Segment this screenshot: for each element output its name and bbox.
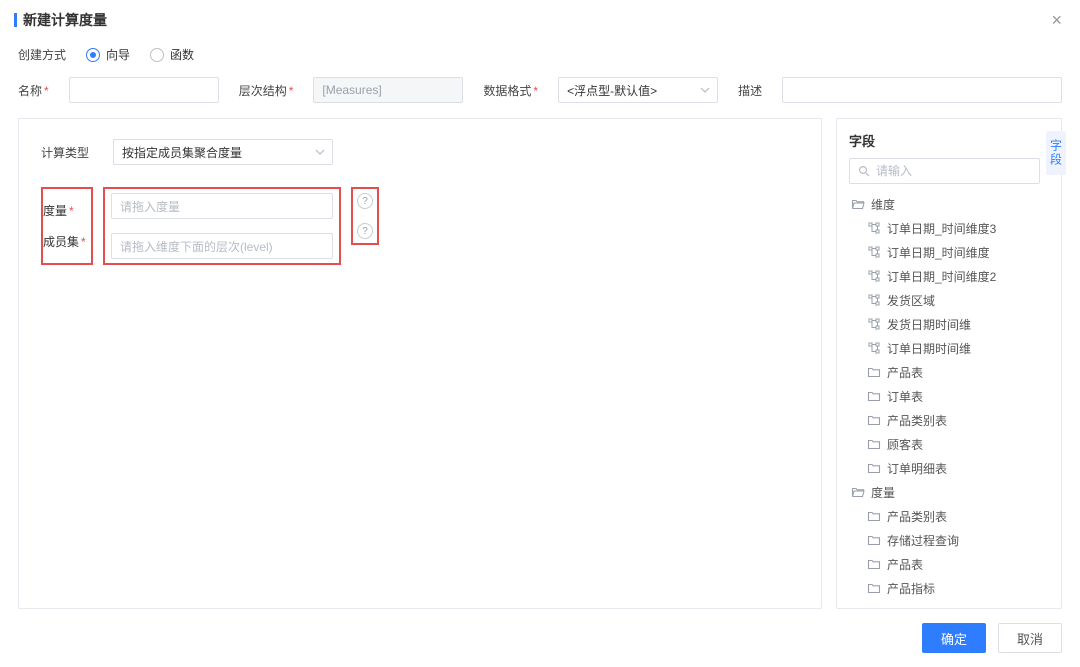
folder-icon [867, 461, 881, 475]
folder-icon [867, 389, 881, 403]
calc-type-label: 计算类型 [41, 144, 95, 161]
config-panel: 计算类型 度量* 成员集* [18, 118, 822, 609]
tree-item-label: 产品表 [887, 556, 923, 573]
dataformat-value[interactable] [558, 77, 718, 103]
folder-open-icon [851, 485, 865, 499]
tree-item[interactable]: 度量 [849, 480, 1040, 504]
desc-input[interactable] [782, 77, 1062, 103]
folder-icon [867, 509, 881, 523]
tree-item-label: 顾客表 [887, 436, 923, 453]
memberset-drop[interactable]: 请拖入维度下面的层次(level) [111, 233, 333, 259]
hier-icon [867, 317, 881, 331]
tree-item[interactable]: 维度 [849, 192, 1040, 216]
fields-search[interactable] [849, 158, 1040, 184]
fields-tab[interactable]: 字段 [1046, 131, 1066, 175]
tree-item-label: 存储过程查询 [887, 532, 959, 549]
memberset-placeholder: 请拖入维度下面的层次(level) [120, 238, 273, 255]
fields-title: 字段 [849, 131, 1040, 150]
dialog-title-text: 新建计算度量 [23, 10, 107, 30]
dataformat-label: 数据格式* [483, 82, 538, 99]
radio-wizard[interactable]: 向导 [86, 46, 130, 63]
tree-item[interactable]: 存储过程查询 [849, 528, 1040, 552]
tree-item-label: 产品类别表 [887, 412, 947, 429]
tree-item[interactable]: 产品类别表 [849, 504, 1040, 528]
highlight-help: ? ? [351, 187, 379, 245]
radio-function[interactable]: 函数 [150, 46, 194, 63]
tree-item-label: 产品表 [887, 364, 923, 381]
radio-wizard-label: 向导 [106, 46, 130, 63]
highlight-inputs: 请拖入度量 请拖入维度下面的层次(level) [103, 187, 341, 265]
tree-item[interactable]: 产品表 [849, 552, 1040, 576]
tree-item[interactable]: 产品表 [849, 360, 1040, 384]
folder-icon [867, 437, 881, 451]
folder-icon [867, 581, 881, 595]
desc-label: 描述 [738, 82, 762, 99]
tree-item-label: 订单日期时间维 [887, 340, 971, 357]
radio-function-label: 函数 [170, 46, 194, 63]
radio-dot-icon [86, 48, 100, 62]
tree-item[interactable]: 顾客表 [849, 432, 1040, 456]
hier-icon [867, 341, 881, 355]
tree-item[interactable]: 产品类别表 [849, 408, 1040, 432]
hier-icon [867, 245, 881, 259]
tree-item-label: 度量 [871, 484, 895, 501]
tree-item-label: 订单表 [887, 388, 923, 405]
tree-item[interactable]: 订单日期_时间维度3 [849, 216, 1040, 240]
folder-icon [867, 557, 881, 571]
tree-item[interactable]: 发货区域 [849, 288, 1040, 312]
tree-item[interactable]: 订单明细表 [849, 456, 1040, 480]
tree-item[interactable]: 产品指标 [849, 576, 1040, 600]
measure-drop[interactable]: 请拖入度量 [111, 193, 333, 219]
tree-item-label: 发货区域 [887, 292, 935, 309]
hierarchy-input [313, 77, 463, 103]
tree-item[interactable]: 订单日期_时间维度 [849, 240, 1040, 264]
hier-icon [867, 269, 881, 283]
folder-icon [867, 413, 881, 427]
hier-icon [867, 293, 881, 307]
hier-icon [867, 221, 881, 235]
calc-type-select[interactable] [113, 139, 333, 165]
tree-item[interactable]: 订单日期_时间维度2 [849, 264, 1040, 288]
help-icon[interactable]: ? [357, 223, 373, 239]
measure-placeholder: 请拖入度量 [120, 198, 180, 215]
search-icon [858, 165, 870, 177]
ok-button[interactable]: 确定 [922, 623, 986, 653]
tree-item-label: 产品类别表 [887, 508, 947, 525]
help-icon[interactable]: ? [357, 193, 373, 209]
close-icon[interactable]: × [1051, 11, 1062, 29]
folder-icon [867, 533, 881, 547]
tree-item-label: 订单日期_时间维度2 [887, 268, 996, 285]
folder-open-icon [851, 197, 865, 211]
name-label: 名称* [18, 82, 49, 99]
tree-item-label: 产品指标 [887, 580, 935, 597]
measure-label: 度量* [43, 198, 91, 224]
tree-item-label: 订单明细表 [887, 460, 947, 477]
tree-item-label: 维度 [871, 196, 895, 213]
tree-item-label: 订单日期_时间维度3 [887, 220, 996, 237]
radio-dot-icon [150, 48, 164, 62]
dialog-title: 新建计算度量 [14, 10, 107, 30]
create-mode-label: 创建方式 [18, 46, 66, 63]
fields-tree[interactable]: 维度订单日期_时间维度3 订单日期_时间维度订单日期_时间维度2 发货区域发货日期时… [849, 192, 1040, 600]
fields-search-input[interactable] [876, 164, 1031, 178]
cancel-button[interactable]: 取消 [998, 623, 1062, 653]
folder-icon [867, 365, 881, 379]
dataformat-select[interactable] [558, 77, 718, 103]
hierarchy-label: 层次结构* [239, 82, 294, 99]
calc-type-value[interactable] [113, 139, 333, 165]
highlight-labels: 度量* 成员集* [41, 187, 93, 265]
tree-item-label: 订单日期_时间维度 [887, 244, 990, 261]
tree-item[interactable]: 订单日期时间维 [849, 336, 1040, 360]
tree-item[interactable]: 订单表 [849, 384, 1040, 408]
memberset-label: 成员集* [43, 229, 91, 255]
name-input[interactable] [69, 77, 219, 103]
tree-item[interactable]: 发货日期时间维 [849, 312, 1040, 336]
tree-item-label: 发货日期时间维 [887, 316, 971, 333]
